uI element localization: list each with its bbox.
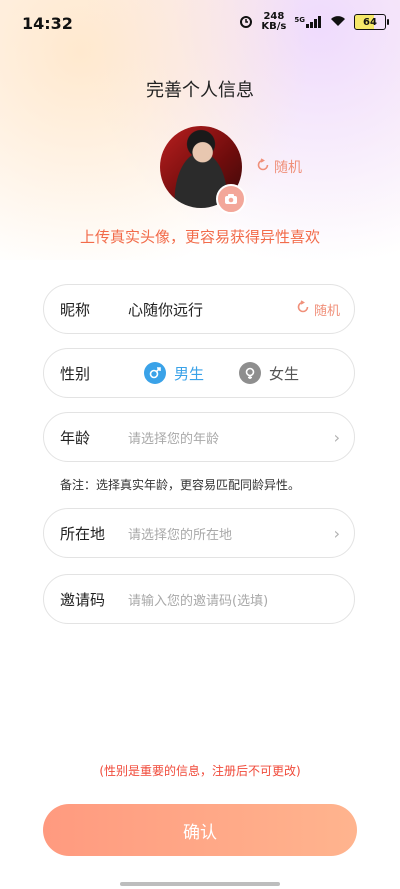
page-title: 完善个人信息 bbox=[146, 80, 254, 101]
status-time: 14:32 bbox=[22, 14, 73, 33]
female-label: 女生 bbox=[269, 364, 300, 383]
random-avatar-button[interactable]: 随机 bbox=[256, 157, 302, 177]
invite-code-placeholder[interactable]: 请输入您的邀请码(选填) bbox=[128, 590, 268, 609]
confirm-button[interactable]: 确认 bbox=[43, 804, 357, 856]
home-indicator[interactable] bbox=[120, 882, 280, 886]
random-nickname-button[interactable]: 随机 bbox=[296, 300, 340, 319]
wifi-icon bbox=[330, 15, 346, 30]
location-placeholder: 请选择您的所在地 bbox=[128, 527, 233, 543]
battery-indicator: 64 bbox=[354, 14, 389, 30]
avatar-uploader[interactable] bbox=[160, 126, 246, 214]
age-note: 备注：选择真实年龄，更容易匹配同龄异性。 bbox=[60, 478, 301, 492]
refresh-icon bbox=[256, 158, 270, 176]
female-icon bbox=[239, 362, 261, 384]
status-icons: 248 KB/s 5G 64 bbox=[239, 12, 389, 32]
camera-icon[interactable] bbox=[216, 184, 246, 214]
age-label: 年龄 bbox=[60, 428, 91, 447]
refresh-icon bbox=[296, 300, 310, 318]
nickname-label: 昵称 bbox=[60, 300, 91, 319]
chevron-right-icon: › bbox=[333, 427, 340, 447]
age-placeholder: 请选择您的年龄 bbox=[128, 431, 220, 447]
network-type: 5G bbox=[294, 16, 305, 24]
male-label: 男生 bbox=[174, 364, 205, 383]
gender-field: 性别 男生 女生 bbox=[43, 348, 355, 398]
status-bar: 14:32 248 KB/s 5G 64 bbox=[0, 0, 400, 48]
male-icon bbox=[144, 362, 166, 384]
net-speed: 248 KB/s bbox=[261, 12, 286, 32]
upload-tip: 上传真实头像，更容易获得异性喜欢 bbox=[79, 228, 320, 246]
alarm-icon bbox=[239, 14, 253, 31]
random-avatar-label: 随机 bbox=[274, 160, 302, 176]
signal-icon: 5G bbox=[294, 16, 322, 28]
net-speed-unit: KB/s bbox=[261, 21, 287, 32]
gender-option-male[interactable]: 男生 bbox=[144, 362, 204, 384]
nickname-field[interactable]: 昵称 心随你远行 随机 bbox=[43, 284, 355, 334]
location-label: 所在地 bbox=[60, 524, 106, 543]
gender-warning-note: (性别是重要的信息，注册后不可更改) bbox=[99, 764, 301, 778]
gender-label: 性别 bbox=[60, 364, 91, 383]
random-nickname-label: 随机 bbox=[313, 303, 340, 319]
chevron-right-icon: › bbox=[333, 523, 340, 543]
age-field[interactable]: 年龄 请选择您的年龄 › bbox=[43, 412, 355, 462]
invite-code-field[interactable]: 邀请码 请输入您的邀请码(选填) bbox=[43, 574, 355, 624]
invite-code-label: 邀请码 bbox=[60, 590, 106, 609]
nickname-value[interactable]: 心随你远行 bbox=[128, 299, 203, 320]
gender-option-female[interactable]: 女生 bbox=[239, 362, 299, 384]
location-field[interactable]: 所在地 请选择您的所在地 › bbox=[43, 508, 355, 558]
